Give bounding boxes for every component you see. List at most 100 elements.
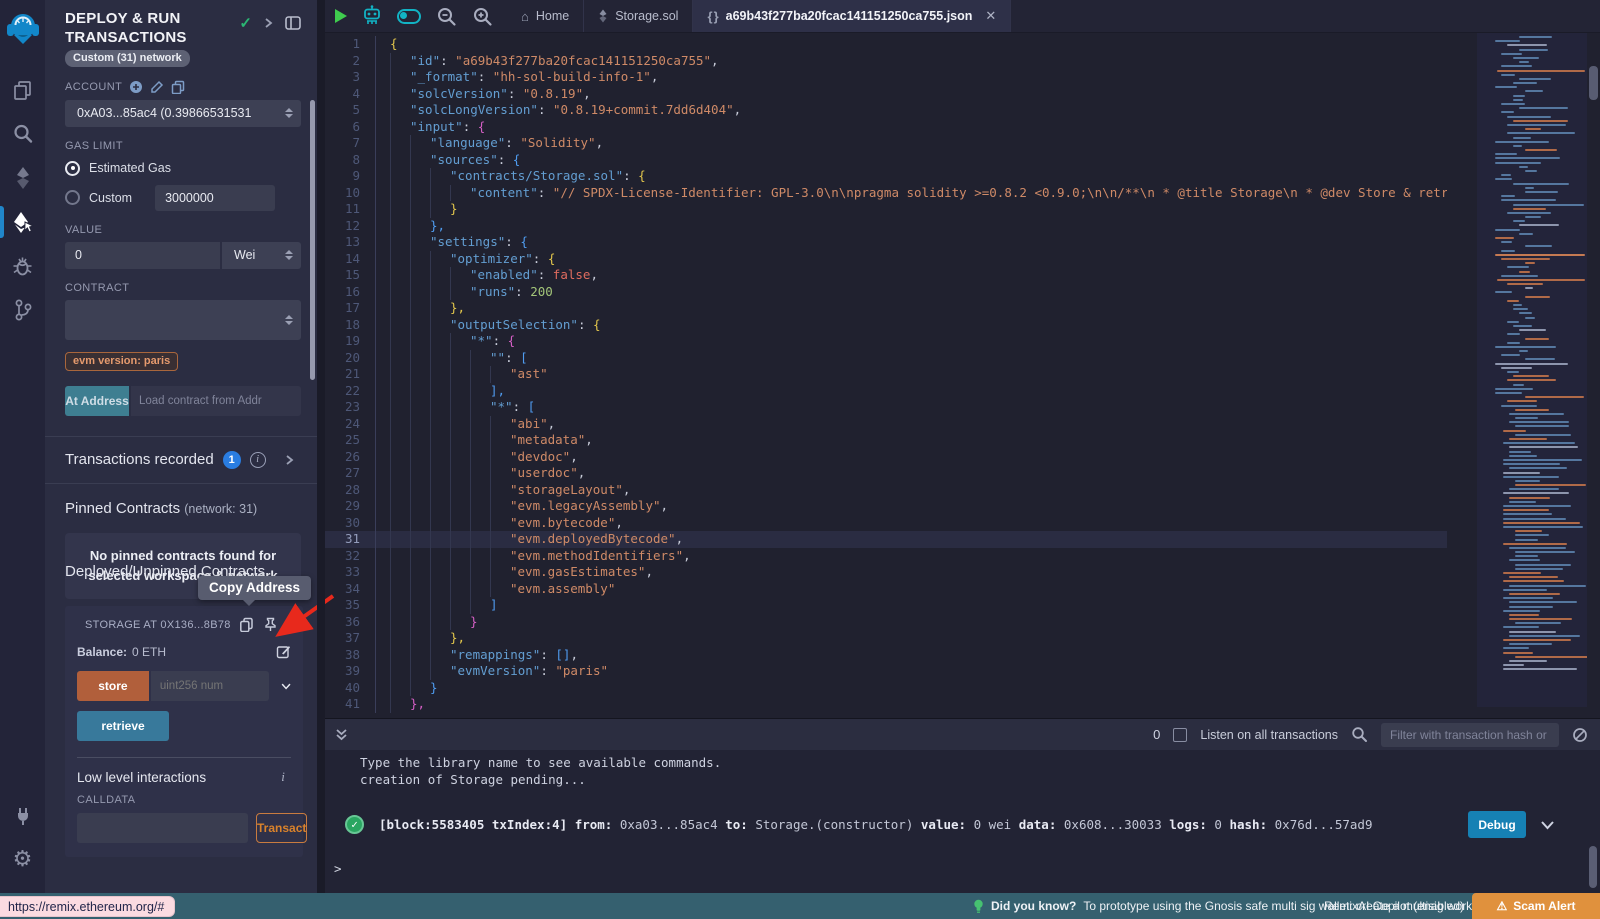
calldata-input[interactable] [77,813,248,843]
code-line-9[interactable]: 9"contracts/Storage.sol": { [325,168,1447,185]
close-tab-icon[interactable]: ✕ [985,8,996,24]
contract-instance-name[interactable]: STORAGE AT 0X136...8B78 [85,619,231,631]
code-line-2[interactable]: 2"id": "a69b43f277ba20fcac141151250ca755… [325,53,1447,70]
code-line-33[interactable]: 33"evm.gasEstimates", [325,564,1447,581]
code-line-40[interactable]: 40} [325,680,1447,697]
code-line-29[interactable]: 29"evm.legacyAssembly", [325,498,1447,515]
code-editor[interactable]: 1{2"id": "a69b43f277ba20fcac141151250ca7… [325,33,1600,718]
code-line-14[interactable]: 14"optimizer": { [325,251,1447,268]
code-line-6[interactable]: 6"input": { [325,119,1447,136]
at-address-input[interactable] [131,386,301,416]
code-line-34[interactable]: 34"evm.assembly" [325,581,1447,598]
terminal-scrollbar[interactable] [1589,846,1597,888]
copy-account-icon[interactable] [171,80,185,94]
low-level-info-icon[interactable]: i [275,769,291,785]
editor-scrollbar[interactable] [1587,33,1600,718]
code-line-10[interactable]: 10"content": "// SPDX-License-Identifier… [325,185,1447,202]
expand-transactions-icon[interactable] [285,454,294,466]
code-line-25[interactable]: 25"metadata", [325,432,1447,449]
store-arg-input[interactable] [151,671,269,701]
copilot-toggle-icon[interactable] [397,9,421,24]
code-line-23[interactable]: 23"*": [ [325,399,1447,416]
tab-build-info-json[interactable]: { } a69b43f277ba20fcac141151250ca755.jso… [693,0,1011,32]
code-line-31[interactable]: 31"evm.deployedBytecode", [325,531,1447,548]
code-line-26[interactable]: 26"devdoc", [325,449,1447,466]
value-input[interactable] [65,242,220,269]
panel-pin-icon[interactable] [285,16,301,30]
copy-address-icon[interactable] [239,617,254,632]
code-line-24[interactable]: 24"abi", [325,416,1447,433]
tab-storage-sol[interactable]: Storage.sol [584,0,693,32]
debug-button[interactable]: Debug [1468,811,1526,838]
sidebar-item-deploy-and-run[interactable] [0,202,45,242]
code-line-20[interactable]: 20"": [ [325,350,1447,367]
code-line-38[interactable]: 38"remappings": [], [325,647,1447,664]
contract-select[interactable] [65,300,301,340]
code-line-17[interactable]: 17}, [325,300,1447,317]
code-line-4[interactable]: 4"solcVersion": "0.8.19", [325,86,1447,103]
code-line-1[interactable]: 1{ [325,36,1447,53]
terminal-filter-input[interactable] [1381,723,1559,747]
scam-alert-button[interactable]: ⚠ Scam Alert [1472,893,1600,919]
code-line-8[interactable]: 8"sources": { [325,152,1447,169]
code-line-35[interactable]: 35] [325,597,1447,614]
plugin-manager-icon[interactable] [0,795,45,835]
custom-gas-option[interactable]: Custom [65,185,301,211]
ai-robot-icon[interactable] [362,5,382,27]
store-button[interactable]: store [77,671,149,701]
edit-account-icon[interactable] [150,80,164,94]
retrieve-button[interactable]: retrieve [77,711,169,741]
radio-selected-icon[interactable] [65,161,80,176]
panel-resize-handle[interactable] [317,0,325,893]
run-script-icon[interactable] [335,9,347,23]
code-line-7[interactable]: 7"language": "Solidity", [325,135,1447,152]
clear-terminal-icon[interactable] [1572,727,1588,743]
code-content[interactable]: 1{2"id": "a69b43f277ba20fcac141151250ca7… [325,36,1447,713]
sidebar-item-git[interactable] [0,290,45,330]
at-address-button[interactable]: At Address [65,386,129,416]
code-line-27[interactable]: 27"userdoc", [325,465,1447,482]
remix-logo-icon[interactable] [0,4,45,56]
expand-store-icon[interactable] [281,682,291,691]
code-line-39[interactable]: 39"evmVersion": "paris" [325,663,1447,680]
code-line-37[interactable]: 37}, [325,630,1447,647]
terminal-prompt[interactable]: > [334,861,342,876]
code-line-18[interactable]: 18"outputSelection": { [325,317,1447,334]
settings-gear-icon[interactable]: ⚙ [0,839,45,879]
code-line-3[interactable]: 3"_format": "hh-sol-build-info-1", [325,69,1447,86]
add-account-icon[interactable] [129,80,143,94]
terminal-collapse-icon[interactable] [335,728,348,742]
code-line-16[interactable]: 16"runs": 200 [325,284,1447,301]
info-icon[interactable]: i [250,452,266,468]
minimap[interactable] [1477,33,1587,707]
code-line-5[interactable]: 5"solcLongVersion": "0.8.19+commit.7dd6d… [325,102,1447,119]
transaction-log-row[interactable]: ✓ [block:5583405 txIndex:4] from: 0xa03.… [325,805,1600,844]
code-line-41[interactable]: 41}, [325,696,1447,713]
tab-home[interactable]: ⌂ Home [507,0,584,32]
estimated-gas-option[interactable]: Estimated Gas [65,161,301,176]
code-line-21[interactable]: 21"ast" [325,366,1447,383]
radio-unselected-icon[interactable] [65,190,80,205]
code-line-36[interactable]: 36} [325,614,1447,631]
edit-balance-icon[interactable] [276,644,291,659]
listen-checkbox[interactable] [1173,728,1187,742]
copilot-status[interactable]: RemixAI Copilot (enabled) [1324,893,1464,919]
account-select[interactable]: 0xA03...85ac4 (0.39866531531 [65,100,301,127]
sidebar-item-file-explorer[interactable] [0,70,45,110]
expand-tx-icon[interactable] [1540,820,1555,830]
code-line-28[interactable]: 28"storageLayout", [325,482,1447,499]
value-unit-select[interactable]: Wei [222,242,301,269]
sidebar-item-search[interactable] [0,114,45,154]
terminal-search-icon[interactable] [1351,726,1368,743]
zoom-out-icon[interactable] [436,6,457,27]
panel-scrollbar[interactable] [310,100,315,380]
sidebar-item-debugger[interactable] [0,246,45,286]
code-line-30[interactable]: 30"evm.bytecode", [325,515,1447,532]
code-line-15[interactable]: 15"enabled": false, [325,267,1447,284]
code-line-32[interactable]: 32"evm.methodIdentifiers", [325,548,1447,565]
panel-forward-icon[interactable] [264,17,273,29]
terminal-body[interactable]: Type the library name to see available c… [325,750,1600,894]
custom-gas-input[interactable] [155,185,275,211]
code-line-13[interactable]: 13"settings": { [325,234,1447,251]
zoom-in-icon[interactable] [472,6,493,27]
